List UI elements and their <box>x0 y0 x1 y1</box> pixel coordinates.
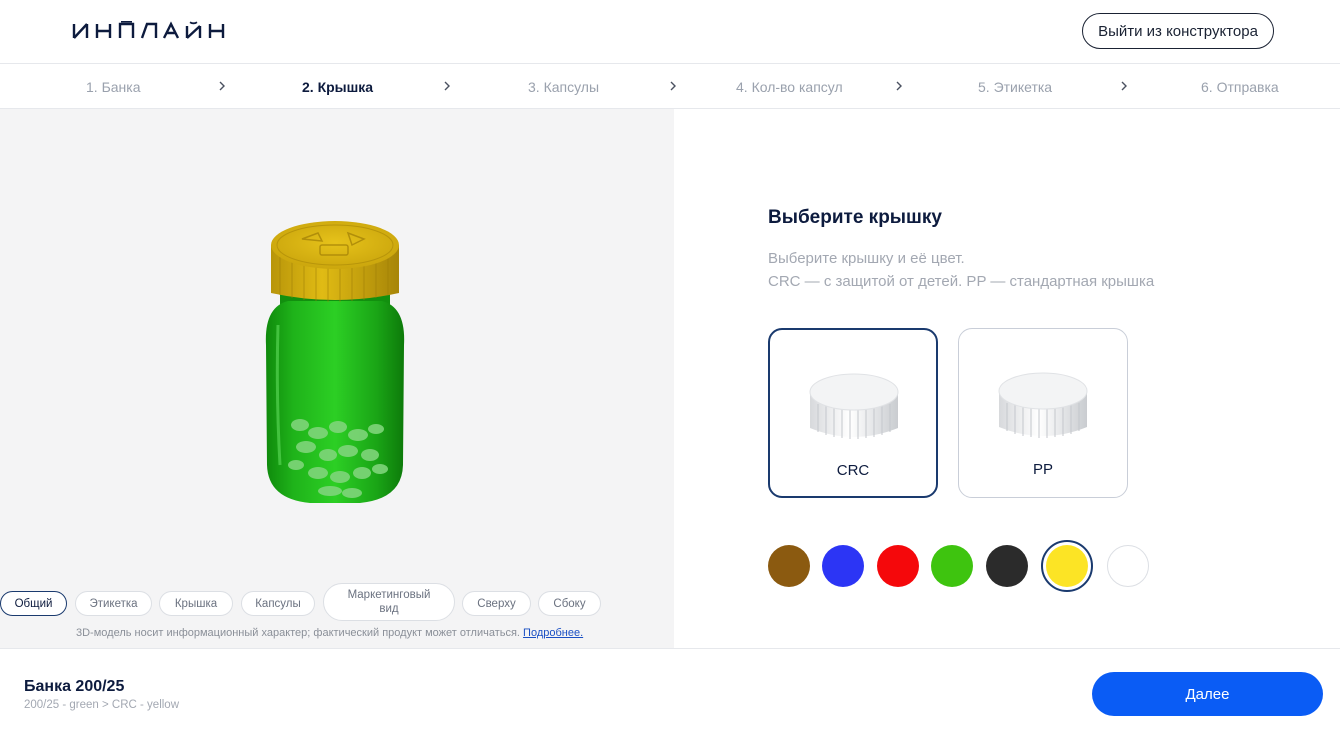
jar-3d-model[interactable] <box>240 215 430 515</box>
chevron-right-icon <box>896 81 902 91</box>
crc-cap-image <box>809 373 899 439</box>
view-tab-cap[interactable]: Крышка <box>159 591 233 616</box>
footer: Банка 200/25 200/25 - green > CRC - yell… <box>0 648 1340 730</box>
logo-wordmark <box>72 21 225 39</box>
product-name: Банка 200/25 <box>24 678 125 695</box>
color-swatch-blue[interactable] <box>822 545 864 587</box>
exit-constructor-button[interactable]: Выйти из конструктора <box>1082 13 1274 49</box>
steps-bar: 1. Банка 2. Крышка 3. Капсулы 4. Кол-во … <box>0 64 1340 109</box>
product-summary: 200/25 - green > CRC - yellow <box>24 699 180 711</box>
color-swatch-brown[interactable] <box>768 545 810 587</box>
step-capsules[interactable]: 3. Капсулы <box>528 64 599 109</box>
step-capsule-count[interactable]: 4. Кол-во капсул <box>736 64 843 109</box>
color-swatch-green[interactable] <box>931 545 973 587</box>
disclaimer-text: 3D-модель носит информационный характер;… <box>76 627 520 639</box>
next-button[interactable]: Далее <box>1092 672 1323 716</box>
step-bank[interactable]: 1. Банка <box>86 64 141 109</box>
color-swatch-black[interactable] <box>986 545 1028 587</box>
chevron-right-icon <box>444 81 450 91</box>
view-tab-marketing[interactable]: Маркетинговый вид <box>323 583 455 621</box>
description-line: CRC — с защитой от детей. PP — стандартн… <box>768 273 1155 290</box>
panel-description: Выберите крышку и её цвет. CRC — с защит… <box>768 247 1154 293</box>
chevron-right-icon <box>670 81 676 91</box>
view-tabs: Общий Этикетка Крышка Капсулы Маркетинго… <box>0 583 674 623</box>
color-swatch-red[interactable] <box>877 545 919 587</box>
cap-option-label: PP <box>1032 461 1053 478</box>
panel-title: Выберите крышку <box>768 207 942 228</box>
view-tab-top[interactable]: Сверху <box>462 591 531 616</box>
model-disclaimer: 3D-модель носит информационный характер;… <box>76 627 583 639</box>
description-line: Выберите крышку и её цвет. <box>768 250 965 267</box>
pp-cap-image <box>998 372 1088 438</box>
cap-option-label: CRC <box>836 462 870 479</box>
view-tab-capsules[interactable]: Капсулы <box>241 591 315 616</box>
step-cap[interactable]: 2. Крышка <box>302 64 373 109</box>
step-label[interactable]: 5. Этикетка <box>978 64 1052 109</box>
view-tab-general[interactable]: Общий <box>0 591 67 616</box>
model-viewer[interactable]: Общий Этикетка Крышка Капсулы Маркетинго… <box>0 109 674 648</box>
view-tab-side[interactable]: Сбоку <box>538 591 601 616</box>
header: Выйти из конструктора <box>0 0 1340 64</box>
cap-option-crc[interactable]: CRC <box>768 328 938 498</box>
brand-logo[interactable] <box>72 21 226 41</box>
more-info-link[interactable]: Подробнее. <box>523 627 583 639</box>
color-swatch-white[interactable] <box>1107 545 1149 587</box>
step-send[interactable]: 6. Отправка <box>1201 64 1279 109</box>
chevron-right-icon <box>1121 81 1127 91</box>
cap-option-pp[interactable]: PP <box>958 328 1128 498</box>
color-swatch-yellow[interactable] <box>1046 545 1088 587</box>
chevron-right-icon <box>219 81 225 91</box>
view-tab-label[interactable]: Этикетка <box>75 591 152 616</box>
